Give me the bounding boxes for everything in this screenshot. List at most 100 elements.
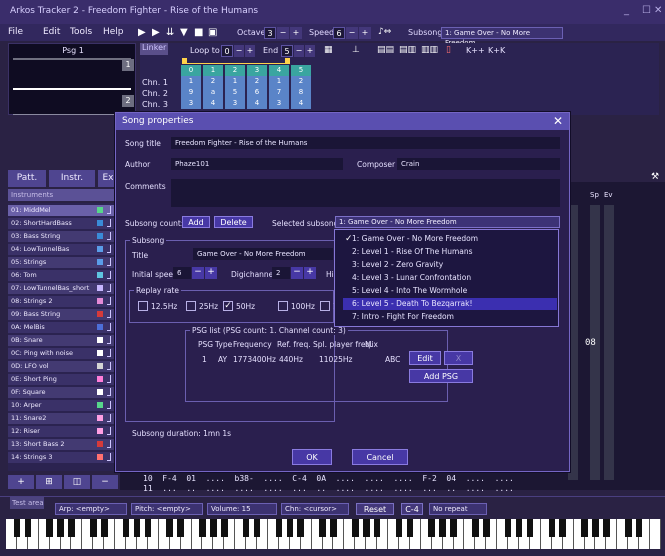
instrument-edit-icon[interactable] xyxy=(107,414,111,422)
linker-cell[interactable]: 3 xyxy=(181,98,201,109)
author-field[interactable]: Phaze101 xyxy=(171,158,343,170)
black-key[interactable] xyxy=(581,519,588,537)
channel-2-badge[interactable]: 2 xyxy=(122,95,134,107)
linker-cell[interactable]: 6 xyxy=(247,87,267,98)
paste-icon[interactable]: ▤▥ xyxy=(399,45,416,55)
subsong-option[interactable]: 2: Level 1 - Rise Of The Humans xyxy=(343,246,557,258)
instrument-color-swatch[interactable] xyxy=(97,246,103,252)
linker-cell[interactable]: 2 xyxy=(291,76,311,87)
black-key[interactable] xyxy=(210,519,217,537)
replay-rate-checkbox[interactable]: ✓ xyxy=(223,301,233,311)
instrument-color-swatch[interactable] xyxy=(97,298,103,304)
black-key[interactable] xyxy=(319,519,326,537)
initial-speed-field[interactable]: 6 xyxy=(173,267,191,279)
volume-select[interactable]: Volume: 15 xyxy=(207,503,277,515)
instrument-edit-icon[interactable] xyxy=(107,336,111,344)
play-song-icon[interactable]: ▶ xyxy=(138,27,150,39)
ext-button-2[interactable]: K+K xyxy=(488,46,505,55)
subsong-select[interactable]: 1: Game Over - No More Freedom xyxy=(441,27,563,47)
black-key[interactable] xyxy=(166,519,174,537)
instrument-edit-icon[interactable] xyxy=(107,232,111,240)
ext-button-1[interactable]: K++ xyxy=(466,46,485,55)
linker-tab[interactable]: Linker xyxy=(140,43,168,55)
psg-remove-button[interactable]: X xyxy=(444,351,473,365)
linker-cell[interactable]: 4 xyxy=(203,98,223,109)
selected-subsong-select[interactable]: 1: Game Over - No More Freedom xyxy=(335,216,560,228)
menu-edit[interactable]: Edit xyxy=(43,27,60,37)
octave-decrease-button[interactable]: − xyxy=(277,27,289,39)
black-key[interactable] xyxy=(439,519,446,537)
instrument-color-swatch[interactable] xyxy=(97,337,103,343)
black-key[interactable] xyxy=(330,519,337,537)
arp-select[interactable]: Arp: <empty> xyxy=(55,503,127,515)
black-key[interactable] xyxy=(24,519,32,537)
instrument-color-swatch[interactable] xyxy=(97,272,103,278)
add-psg-button[interactable]: Add PSG xyxy=(409,369,473,383)
delete-instrument-button[interactable]: − xyxy=(92,475,118,489)
duplicate-icon[interactable]: ▥▥ xyxy=(421,45,438,55)
digichannel-field[interactable]: 2 xyxy=(272,267,290,279)
instrument-color-swatch[interactable] xyxy=(97,441,103,447)
cancel-button[interactable]: Cancel xyxy=(352,449,408,465)
instrument-color-swatch[interactable] xyxy=(97,363,103,369)
subsong-dropdown-list[interactable]: ✓ 1: Game Over - No More Freedom 2: Level … xyxy=(334,229,559,327)
black-key[interactable] xyxy=(395,519,403,537)
play-from-cursor-icon[interactable]: ⇊ xyxy=(166,27,178,39)
instrument-edit-icon[interactable] xyxy=(107,453,111,461)
instrument-color-swatch[interactable] xyxy=(97,207,103,213)
close-icon[interactable]: ✕ xyxy=(654,5,662,16)
black-key[interactable] xyxy=(122,519,130,537)
instrument-color-swatch[interactable] xyxy=(97,324,103,330)
black-key[interactable] xyxy=(406,519,414,537)
add-instrument-button[interactable]: + xyxy=(8,475,34,489)
instrument-color-swatch[interactable] xyxy=(97,259,103,265)
octave-value[interactable]: 3 xyxy=(264,27,276,39)
black-key[interactable] xyxy=(428,519,436,537)
song-title-field[interactable]: Freedom Fighter - Rise of the Humans xyxy=(171,137,560,149)
position-header[interactable]: 2 xyxy=(225,65,245,76)
black-key[interactable] xyxy=(68,519,75,537)
linker-cell[interactable]: 8 xyxy=(291,87,311,98)
instrument-edit-icon[interactable] xyxy=(107,245,111,253)
instrument-edit-icon[interactable] xyxy=(107,388,111,396)
black-key[interactable] xyxy=(504,519,512,537)
linker-cell[interactable]: 3 xyxy=(269,98,289,109)
instrument-edit-icon[interactable] xyxy=(107,297,111,305)
instrument-color-swatch[interactable] xyxy=(97,389,103,395)
linker-cell[interactable]: 3 xyxy=(225,98,245,109)
instrument-edit-icon[interactable] xyxy=(107,219,111,227)
black-key[interactable] xyxy=(90,519,97,537)
black-key[interactable] xyxy=(548,519,556,537)
marker-icon[interactable]: ⊥ xyxy=(352,45,360,55)
linker-cell[interactable]: 1 xyxy=(181,76,201,87)
instrument-color-swatch[interactable] xyxy=(97,233,103,239)
initial-speed-increase-button[interactable]: + xyxy=(205,267,217,279)
black-key[interactable] xyxy=(559,519,567,537)
composer-field[interactable]: Crain xyxy=(397,158,560,170)
black-key[interactable] xyxy=(275,519,283,537)
ok-button[interactable]: OK xyxy=(292,449,332,465)
play-pattern-icon[interactable]: ▶ xyxy=(152,27,164,39)
black-key[interactable] xyxy=(144,519,152,537)
linker-cell[interactable]: 4 xyxy=(247,98,267,109)
position-header[interactable]: 3 xyxy=(247,65,267,76)
black-key[interactable] xyxy=(472,519,479,537)
instrument-color-swatch[interactable] xyxy=(97,350,103,356)
black-key[interactable] xyxy=(46,519,53,537)
add-subsong-button[interactable]: Add xyxy=(182,216,210,228)
subsong-option[interactable]: 4: Level 3 - Lunar Confrontation xyxy=(343,272,557,284)
black-key[interactable] xyxy=(515,519,523,537)
instrument-color-swatch[interactable] xyxy=(97,311,103,317)
black-key[interactable] xyxy=(297,519,305,537)
black-key[interactable] xyxy=(199,519,206,537)
instrument-edit-icon[interactable] xyxy=(107,258,111,266)
black-key[interactable] xyxy=(221,519,228,537)
linker-cell[interactable]: 2 xyxy=(203,76,223,87)
black-key[interactable] xyxy=(373,519,381,537)
channel-1-badge[interactable]: 1 xyxy=(122,59,134,71)
tab-pattern[interactable]: Patt. xyxy=(8,170,46,187)
menu-tools[interactable]: Tools xyxy=(70,27,92,37)
digichannel-decrease-button[interactable]: − xyxy=(291,267,303,279)
record-icon[interactable]: ▣ xyxy=(208,27,220,39)
black-key[interactable] xyxy=(603,519,610,537)
